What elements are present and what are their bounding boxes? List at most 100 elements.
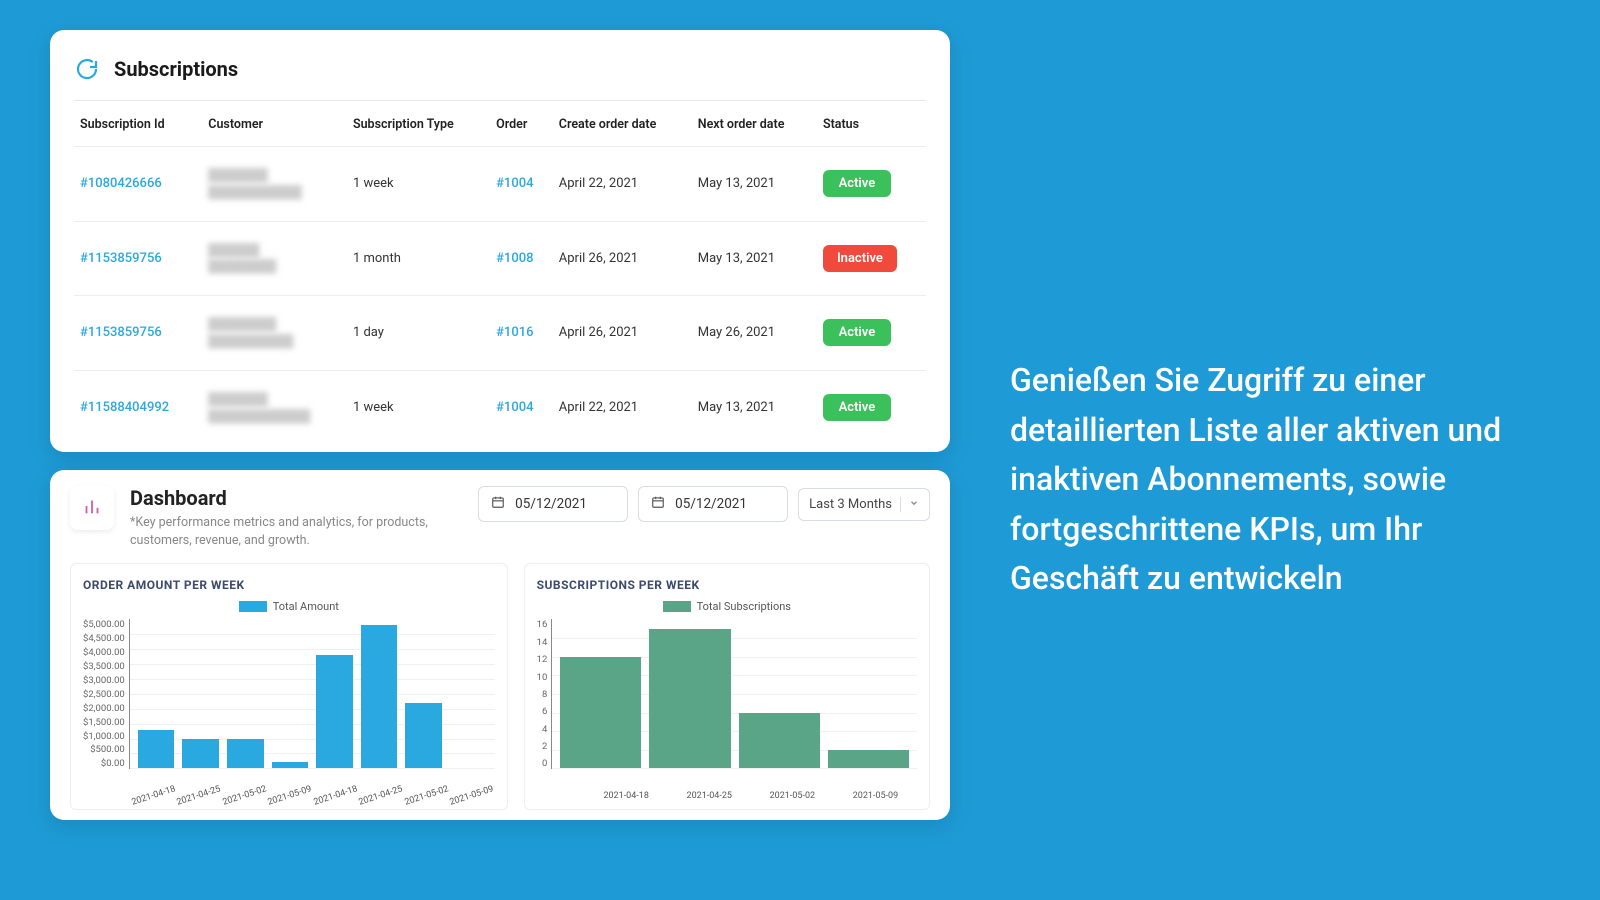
bar: [405, 703, 442, 769]
dashboard-title: Dashboard: [130, 486, 462, 510]
status-badge: Inactive: [823, 245, 897, 272]
next-date: May 26, 2021: [692, 296, 817, 371]
bar: [828, 750, 909, 769]
subscription-id-link[interactable]: #1153859756: [80, 251, 162, 266]
col-status: Status: [817, 101, 926, 147]
y-tick: $3,000.00: [83, 675, 125, 686]
range-select[interactable]: Last 3 Months: [798, 488, 930, 521]
y-tick: $0.00: [83, 758, 125, 769]
customer-name: ███████: [208, 391, 341, 408]
bar: [272, 762, 309, 768]
col-type: Subscription Type: [347, 101, 490, 147]
y-tick: $2,500.00: [83, 689, 125, 700]
refresh-icon[interactable]: [74, 56, 100, 82]
bar: [138, 730, 175, 769]
date-to-input[interactable]: 05/12/2021: [638, 486, 788, 522]
subscription-id-link[interactable]: #1080426666: [80, 176, 162, 191]
subscription-type: 1 day: [347, 296, 490, 371]
subscription-type: 1 week: [347, 370, 490, 444]
plot-area: [129, 619, 495, 769]
chevron-down-icon: [900, 497, 919, 512]
bar: [560, 657, 641, 769]
col-id: Subscription Id: [74, 101, 202, 147]
subscription-type: 1 month: [347, 221, 490, 296]
table-row: #1153859756██████████████1 month#1008Apr…: [74, 221, 926, 296]
customer-name: ██████: [208, 242, 341, 259]
x-axis: 2021-04-182021-04-252021-05-022021-05-09: [537, 789, 917, 801]
y-tick: 12: [537, 654, 548, 665]
order-link[interactable]: #1004: [496, 176, 533, 191]
order-link[interactable]: #1016: [496, 325, 533, 340]
create-date: April 22, 2021: [553, 147, 692, 222]
calendar-icon: [491, 495, 505, 513]
date-to-value: 05/12/2021: [675, 496, 747, 512]
chart-legend: Total Subscriptions: [537, 600, 917, 613]
legend-label: Total Amount: [273, 600, 339, 613]
y-tick: $1,500.00: [83, 717, 125, 728]
chart-legend: Total Amount: [83, 600, 495, 613]
col-order: Order: [490, 101, 553, 147]
status-badge: Active: [823, 170, 891, 197]
y-tick: 16: [537, 619, 548, 630]
chart-title: ORDER AMOUNT PER WEEK: [83, 578, 495, 592]
status-badge: Active: [823, 394, 891, 421]
subscriptions-card: Subscriptions Subscription Id Customer S…: [50, 30, 950, 452]
bar: [739, 713, 820, 769]
bar: [182, 739, 219, 769]
create-date: April 26, 2021: [553, 221, 692, 296]
table-row: #1080426666 ██████████████████ 1 week #1004…: [74, 147, 926, 222]
customer-email: ████████████: [208, 408, 341, 425]
y-tick: $4,500.00: [83, 633, 125, 644]
x-axis: 2021-04-182021-04-252021-05-022021-05-09…: [83, 789, 495, 801]
col-customer: Customer: [202, 101, 347, 147]
y-tick: $4,000.00: [83, 647, 125, 658]
y-tick: $1,000.00: [83, 731, 125, 742]
promo-column: Genießen Sie Zugriff zu einer detaillier…: [1010, 30, 1550, 870]
col-next-date: Next order date: [692, 101, 817, 147]
customer-name: ███████: [208, 167, 341, 184]
range-label: Last 3 Months: [809, 497, 892, 512]
x-tick: 2021-04-25: [668, 791, 751, 801]
legend-label: Total Subscriptions: [697, 600, 791, 613]
calendar-icon: [651, 495, 665, 513]
chart-title: SUBSCRIPTIONS PER WEEK: [537, 578, 917, 592]
y-tick: $500.00: [83, 744, 125, 755]
customer-email: ██████████: [208, 333, 341, 350]
charts-row: ORDER AMOUNT PER WEEK Total Amount $5,00…: [70, 563, 930, 810]
subscription-id-link[interactable]: #11588404992: [80, 400, 169, 415]
status-badge: Active: [823, 319, 891, 346]
customer-email: ███████████: [208, 184, 341, 201]
dashboard-controls: 05/12/2021 05/12/2021 Last 3 Months: [478, 486, 930, 522]
y-tick: $2,000.00: [83, 703, 125, 714]
x-tick: 2021-05-09: [834, 791, 917, 801]
dashboard-icon-wrap: [70, 486, 114, 530]
next-date: May 13, 2021: [692, 221, 817, 296]
col-create-date: Create order date: [553, 101, 692, 147]
legend-swatch: [663, 601, 691, 612]
y-tick: 4: [537, 724, 548, 735]
create-date: April 26, 2021: [553, 296, 692, 371]
subscriptions-header: Subscriptions: [74, 50, 926, 101]
y-tick: 6: [537, 706, 548, 717]
legend-swatch: [239, 601, 267, 612]
y-axis: 1614121086420: [537, 619, 552, 769]
plot-area: [551, 619, 917, 769]
table-row: #1153859756██████████████████1 day#1016A…: [74, 296, 926, 371]
create-date: April 22, 2021: [553, 370, 692, 444]
subscriptions-title: Subscriptions: [114, 57, 238, 81]
date-from-input[interactable]: 05/12/2021: [478, 486, 628, 522]
order-link[interactable]: #1004: [496, 400, 533, 415]
y-tick: 14: [537, 637, 548, 648]
y-axis: $5,000.00$4,500.00$4,000.00$3,500.00$3,0…: [83, 619, 129, 769]
y-tick: 0: [537, 758, 548, 769]
y-tick: 2: [537, 741, 548, 752]
dashboard-header: Dashboard *Key performance metrics and a…: [70, 486, 930, 563]
bar: [361, 625, 398, 768]
table-row: #11588404992 ███████████████████ 1 week #10…: [74, 370, 926, 444]
y-tick: 10: [537, 672, 548, 683]
date-from-value: 05/12/2021: [515, 496, 587, 512]
bar: [649, 629, 730, 769]
subscription-type: 1 week: [347, 147, 490, 222]
order-link[interactable]: #1008: [496, 251, 533, 266]
subscription-id-link[interactable]: #1153859756: [80, 325, 162, 340]
